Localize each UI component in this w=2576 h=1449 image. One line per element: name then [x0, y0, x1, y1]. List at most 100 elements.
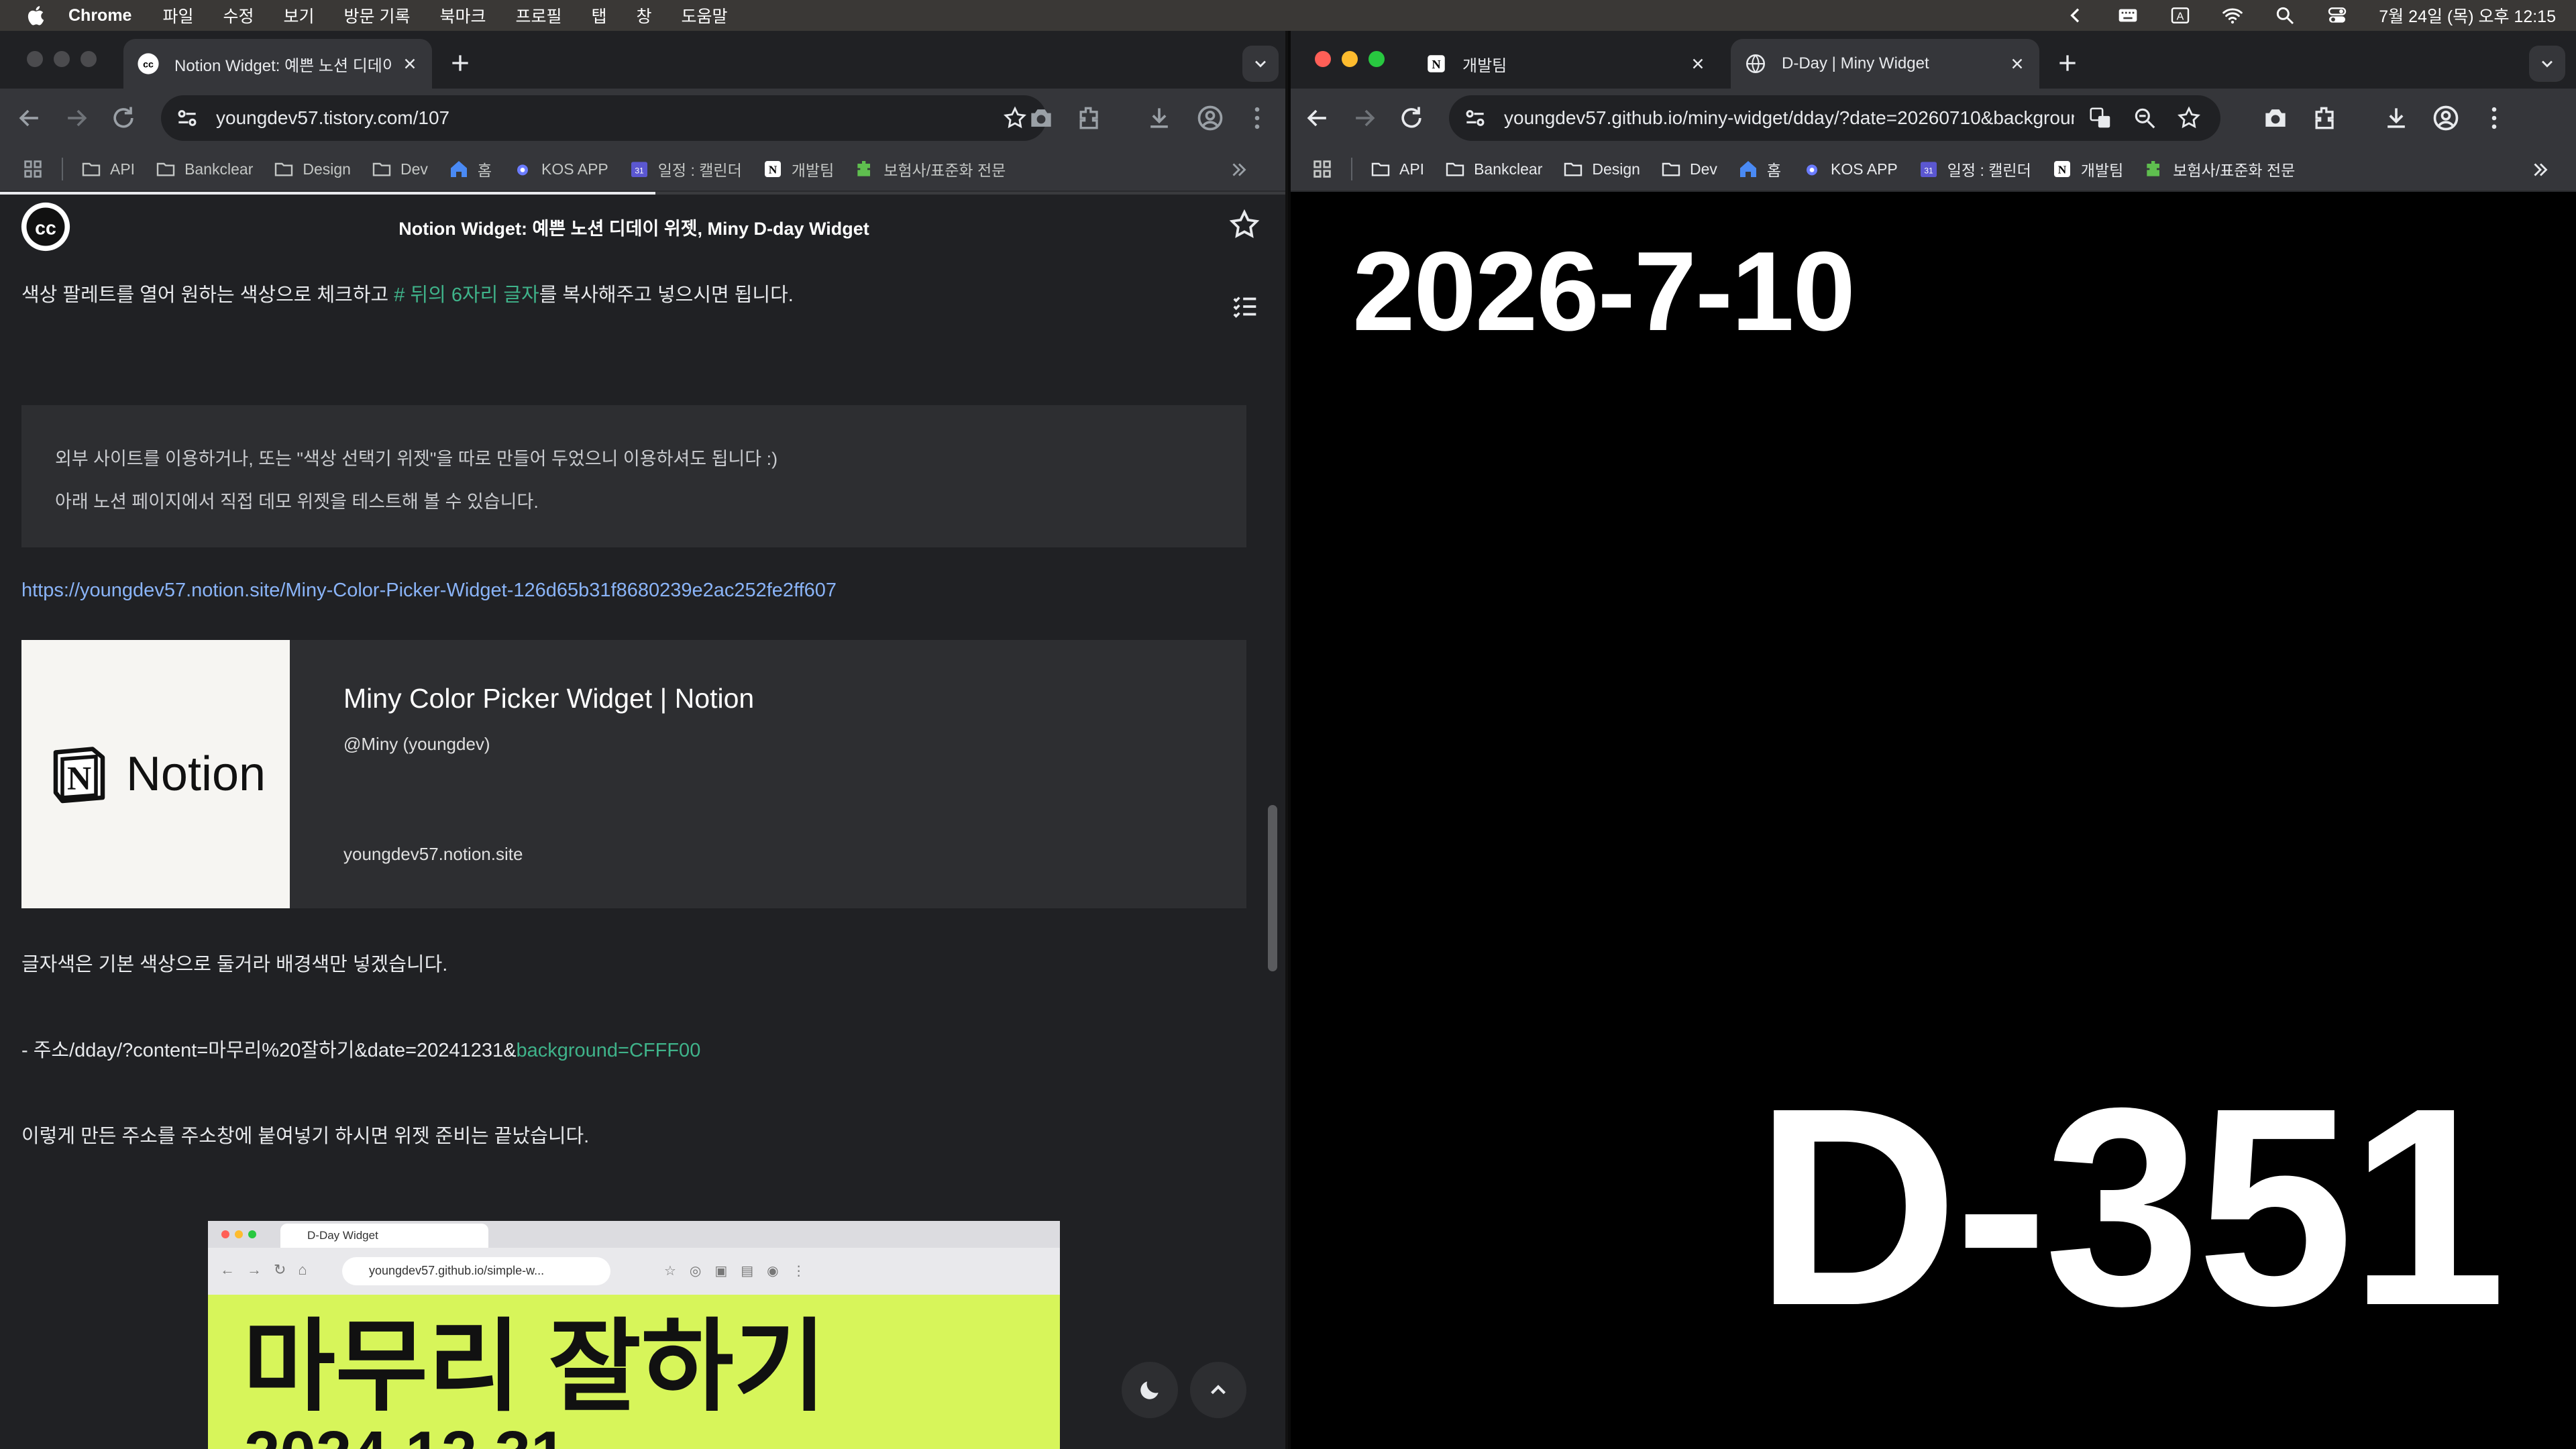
- menu-file[interactable]: 파일: [162, 3, 193, 28]
- apps-grid-icon[interactable]: [21, 158, 44, 180]
- input-source-icon[interactable]: A: [2169, 5, 2191, 26]
- apple-icon[interactable]: [25, 4, 48, 27]
- forward-icon[interactable]: [62, 103, 91, 133]
- bookmark-kos-app[interactable]: KOS APP: [512, 158, 608, 180]
- screenshot-widget-content: 마무리 잘하기: [243, 1310, 826, 1423]
- tab-search-button[interactable]: [2529, 46, 2565, 82]
- bookmark-folder-design[interactable]: Design: [273, 158, 351, 180]
- download-icon[interactable]: [2381, 103, 2411, 133]
- control-center-icon[interactable]: [2326, 5, 2348, 26]
- bookmark-star-icon[interactable]: [1002, 105, 1028, 131]
- scroll-top-button[interactable]: [1190, 1362, 1246, 1418]
- address-bar[interactable]: youngdev57.github.io/miny-widget/dday/?d…: [1449, 95, 2220, 141]
- url-text[interactable]: youngdev57.github.io/miny-widget/dday/?d…: [1504, 107, 2074, 129]
- menu-help[interactable]: 도움말: [682, 3, 728, 28]
- bookmark-folder-api[interactable]: API: [80, 158, 135, 180]
- bookmark-folder-bankclear[interactable]: Bankclear: [155, 158, 253, 180]
- table-of-contents-icon[interactable]: [1230, 291, 1261, 322]
- tab-search-button[interactable]: [1242, 46, 1279, 82]
- zoom-window-button[interactable]: [1368, 51, 1385, 67]
- chevron-left-icon[interactable]: [2065, 5, 2086, 26]
- notion-page-link[interactable]: https://youngdev57.notion.site/Miny-Colo…: [21, 580, 837, 602]
- menu-window[interactable]: 창: [637, 3, 652, 28]
- bookmark-folder-bankclear[interactable]: Bankclear: [1444, 158, 1542, 180]
- kos-app-icon: [517, 164, 529, 176]
- wifi-icon[interactable]: [2222, 5, 2243, 26]
- bookmark-home[interactable]: 홈: [1737, 158, 1781, 180]
- tab-strip: cc Notion Widget: 예쁜 노션 디데이: [0, 31, 1285, 89]
- menu-bookmarks[interactable]: 북마크: [439, 3, 486, 28]
- dark-mode-button[interactable]: [1122, 1362, 1178, 1418]
- new-tab-icon[interactable]: [447, 50, 474, 76]
- new-tab-icon[interactable]: [2054, 50, 2081, 76]
- zoom-icon[interactable]: [2132, 105, 2157, 131]
- more-menu-icon[interactable]: [1242, 103, 1272, 133]
- forward-icon[interactable]: [1350, 103, 1379, 133]
- minimize-window-button[interactable]: [1342, 51, 1358, 67]
- camera-extension-icon[interactable]: [2261, 103, 2290, 133]
- menu-app-name[interactable]: Chrome: [68, 6, 131, 25]
- tab-notion-widget[interactable]: cc Notion Widget: 예쁜 노션 디데이: [123, 39, 432, 89]
- menu-tab[interactable]: 탭: [592, 3, 607, 28]
- notion-favicon-icon: N: [1428, 55, 1445, 72]
- bookmark-insurance[interactable]: 보험사/표준화 전문: [854, 158, 1006, 180]
- link-preview-card[interactable]: N Notion Miny Color Picker Widget | Noti…: [21, 640, 1246, 908]
- screenshot-nav-icons: ←→↻⌂: [220, 1261, 319, 1278]
- menu-clock[interactable]: 7월 24일 (목) 오후 12:15: [2379, 3, 2556, 28]
- bookmark-kos-app[interactable]: KOS APP: [1801, 158, 1898, 180]
- profile-icon[interactable]: [1195, 103, 1225, 133]
- bookmark-calendar[interactable]: 31 일정 : 캘린더: [1918, 158, 2031, 180]
- embedded-screenshot: D-Day Widget ←→↻⌂ youngdev57.github.io/s…: [208, 1221, 1060, 1449]
- minimize-window-button[interactable]: [54, 51, 70, 67]
- close-tab-icon[interactable]: [1689, 55, 1707, 72]
- more-menu-icon[interactable]: [2479, 103, 2509, 133]
- chevron-double-right-icon[interactable]: [1228, 158, 1250, 181]
- subscribe-star-icon[interactable]: [1228, 208, 1261, 241]
- bookmark-calendar[interactable]: 31 일정 : 캘린더: [629, 158, 742, 180]
- close-tab-icon[interactable]: [2008, 55, 2026, 72]
- menu-profiles[interactable]: 프로필: [515, 3, 561, 28]
- bookmark-folder-dev[interactable]: Dev: [1660, 158, 1717, 180]
- close-tab-icon[interactable]: [401, 55, 419, 72]
- scrollbar-thumb[interactable]: [1268, 805, 1277, 971]
- bookmark-folder-dev[interactable]: Dev: [371, 158, 428, 180]
- screenshot-toolbar-icons: ☆◎▣▤◉⋮: [664, 1264, 819, 1279]
- moon-icon: [1140, 1381, 1159, 1399]
- bookmark-dev-team[interactable]: N 개발팀: [762, 158, 834, 180]
- tab-dev-team[interactable]: N 개발팀: [1411, 39, 1720, 89]
- reload-icon[interactable]: [1397, 103, 1426, 133]
- download-icon[interactable]: [1144, 103, 1174, 133]
- menu-view[interactable]: 보기: [284, 3, 315, 28]
- translate-icon[interactable]: [2088, 105, 2113, 131]
- reload-icon[interactable]: [109, 103, 138, 133]
- bookmark-insurance[interactable]: 보험사/표준화 전문: [2143, 158, 2295, 180]
- apps-grid-icon[interactable]: [1311, 158, 1334, 180]
- tab-dday-widget[interactable]: D-Day | Miny Widget: [1731, 39, 2039, 89]
- zoom-window-button[interactable]: [80, 51, 97, 67]
- bookmark-home[interactable]: 홈: [448, 158, 492, 180]
- close-window-button[interactable]: [27, 51, 43, 67]
- bookmark-dev-team[interactable]: N 개발팀: [2051, 158, 2123, 180]
- site-info-icon[interactable]: [1462, 105, 1488, 131]
- chevron-double-right-icon[interactable]: [2529, 158, 2552, 181]
- bookmark-folder-design[interactable]: Design: [1562, 158, 1640, 180]
- extensions-icon[interactable]: [2310, 103, 2340, 133]
- folder-icon: [82, 162, 101, 176]
- camera-extension-icon[interactable]: [1026, 103, 1056, 133]
- close-window-button[interactable]: [1315, 51, 1331, 67]
- address-bar[interactable]: youngdev57.tistory.com/107: [161, 95, 1046, 141]
- menu-history[interactable]: 방문 기록: [344, 3, 411, 28]
- profile-icon[interactable]: [2431, 103, 2461, 133]
- bookmark-folder-api[interactable]: API: [1370, 158, 1424, 180]
- site-info-icon[interactable]: [174, 105, 200, 131]
- keyboard-icon[interactable]: [2117, 5, 2139, 26]
- back-icon[interactable]: [1303, 103, 1332, 133]
- menu-edit[interactable]: 수정: [223, 3, 254, 28]
- bookmark-star-icon[interactable]: [2176, 105, 2202, 131]
- bookmark-label: KOS APP: [1831, 160, 1898, 178]
- spotlight-search-icon[interactable]: [2274, 5, 2296, 26]
- folder-icon: [156, 162, 175, 176]
- back-icon[interactable]: [15, 103, 44, 133]
- url-text[interactable]: youngdev57.tistory.com/107: [216, 107, 1002, 129]
- extensions-icon[interactable]: [1075, 103, 1104, 133]
